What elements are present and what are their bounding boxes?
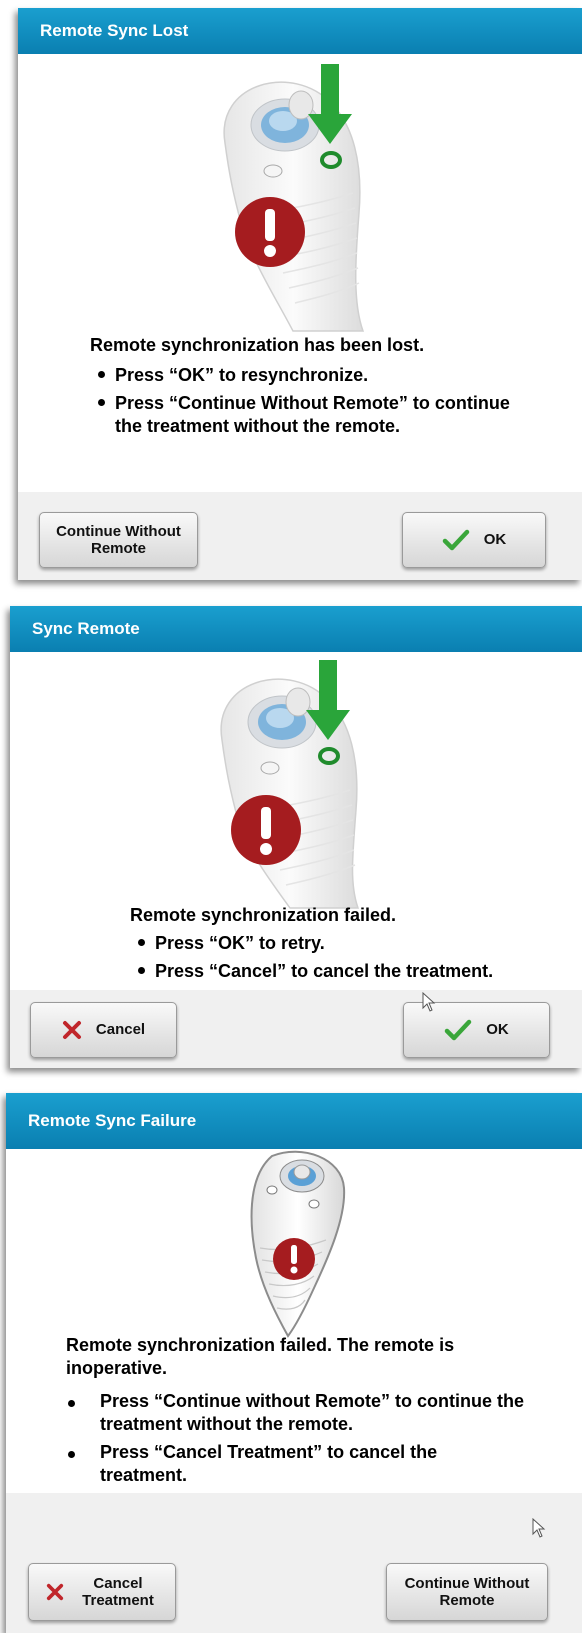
dialog-footer: Cancel Treatment Continue Without Remote (6, 1493, 582, 1633)
bullet-dot (98, 370, 105, 378)
dialog-title-bar: Remote Sync Failure (6, 1093, 582, 1149)
dialog-title: Remote Sync Lost (40, 21, 189, 40)
continue-without-remote-button[interactable]: Continue Without Remote (39, 512, 198, 568)
mouse-cursor-icon (422, 992, 436, 1012)
sync-remote-dialog: Sync Remote Remote synchronization faile… (10, 606, 582, 1068)
bullet-dot (98, 398, 105, 406)
button-label: Cancel Treatment (82, 1574, 154, 1609)
bullet-text: Press “Cancel” to cancel the treatment. (155, 961, 494, 981)
continue-without-remote-button[interactable]: Continue Without Remote (386, 1563, 548, 1621)
bullet-item: Press “OK” to retry. (138, 932, 558, 955)
cancel-button[interactable]: Cancel (30, 1002, 177, 1058)
button-label: OK (483, 531, 507, 549)
bullet-text: Press “Cancel Treatment” to cancel the t… (100, 1442, 438, 1485)
bullet-item: Press “OK” to resynchronize. (98, 364, 548, 387)
bullet-dot (138, 938, 145, 946)
check-icon (445, 1019, 472, 1041)
dialog-footer: Continue Without Remote OK (18, 492, 582, 580)
mouse-cursor-icon (532, 1518, 546, 1538)
cancel-treatment-button[interactable]: Cancel Treatment (28, 1563, 176, 1621)
button-label: Continue Without Remote (404, 1574, 530, 1609)
bullet-text: Press “Continue without Remote” to conti… (100, 1391, 525, 1434)
x-icon (46, 1583, 64, 1601)
remote-sync-failure-dialog: Remote Sync Failure Remote synchronizati… (6, 1093, 582, 1633)
x-icon (62, 1021, 81, 1039)
sync-arrow-icon (308, 64, 352, 169)
check-icon (442, 529, 469, 551)
bullet-text: Press “Continue Without Remote” to conti… (115, 393, 510, 436)
bullet-item: Press “Cancel” to cancel the treatment. (138, 960, 578, 983)
bullet-text: Press “OK” to retry. (155, 933, 325, 953)
dialog-footer: Cancel OK (10, 990, 582, 1068)
bullet-text: Press “OK” to resynchronize. (115, 365, 369, 385)
bullet-item: Press “Continue Without Remote” to conti… (98, 392, 520, 437)
bullet-dot (68, 1451, 75, 1458)
button-label: OK (486, 1021, 509, 1039)
alert-icon (273, 1238, 315, 1280)
sync-arrow-icon (306, 660, 350, 765)
bullet-item: Press “Cancel Treatment” to cancel the t… (68, 1441, 528, 1486)
dialog-message: Remote synchronization has been lost. (90, 335, 425, 355)
bullet-item: Press “Continue without Remote” to conti… (68, 1390, 528, 1435)
dialog-message: Remote synchronization failed. The remot… (66, 1335, 455, 1378)
bullet-dot (138, 966, 145, 974)
dialog-message: Remote synchronization failed. (130, 905, 397, 925)
dialog-title-bar: Sync Remote (10, 606, 582, 652)
alert-icon (235, 197, 305, 267)
remote-control-illustration (220, 678, 360, 909)
dialog-title-bar: Remote Sync Lost (18, 8, 582, 54)
remote-sync-lost-dialog: Remote Sync Lost Remote synchronization … (18, 8, 582, 580)
bullet-dot (68, 1400, 75, 1407)
button-label: Cancel (95, 1021, 146, 1039)
button-label: Continue Without Remote (56, 522, 181, 557)
dialog-title: Sync Remote (32, 619, 140, 638)
dialog-title: Remote Sync Failure (28, 1111, 197, 1130)
alert-icon (231, 795, 301, 865)
ok-button[interactable]: OK (402, 512, 546, 568)
